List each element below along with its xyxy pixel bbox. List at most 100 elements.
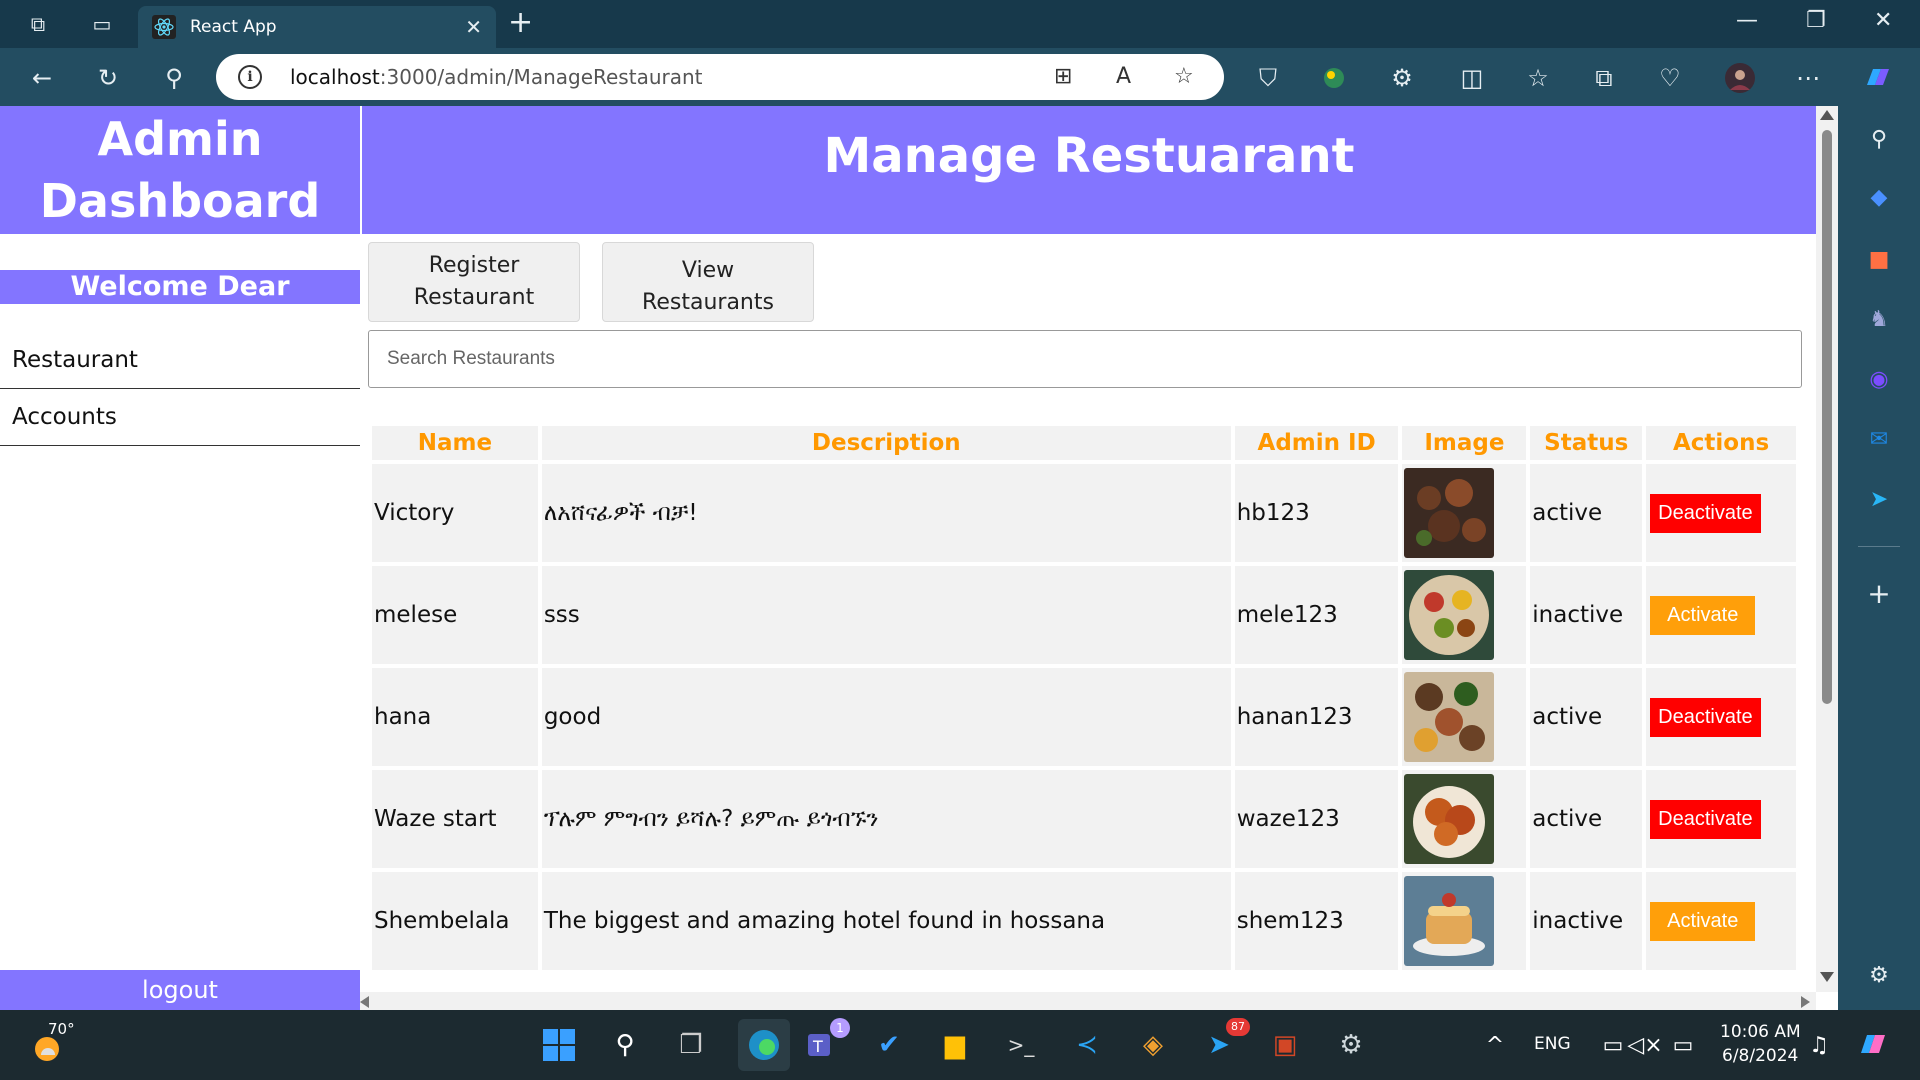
- url-host: localhost: [290, 65, 380, 89]
- cell-admin-id: hanan123: [1234, 668, 1399, 766]
- taskbar-edge-icon[interactable]: [738, 1019, 790, 1071]
- address-bar[interactable]: i localhost:3000/admin/ManageRestaurant …: [216, 54, 1224, 100]
- git-icon[interactable]: ◈: [1134, 1026, 1172, 1064]
- copilot-taskbar-icon[interactable]: [1854, 1026, 1892, 1064]
- telegram-badge: 87: [1226, 1018, 1250, 1036]
- battery-icon[interactable]: ▭: [1664, 1026, 1702, 1064]
- settings-gear-icon[interactable]: ⚙: [1864, 960, 1894, 990]
- taskbar-search-icon[interactable]: ⚲: [606, 1026, 644, 1064]
- read-aloud-icon[interactable]: A: [1116, 64, 1131, 89]
- cell-name: Waze start: [372, 770, 538, 868]
- cell-image: [1402, 566, 1527, 664]
- search-icon[interactable]: ⚲: [1864, 124, 1894, 154]
- add-icon[interactable]: +: [1864, 577, 1894, 610]
- scroll-down-icon[interactable]: [1820, 972, 1834, 982]
- clock-time[interactable]: 10:06 AM: [1720, 1022, 1801, 1042]
- games-icon[interactable]: ♞: [1864, 304, 1894, 334]
- back-icon[interactable]: ←: [26, 62, 58, 94]
- file-explorer-icon[interactable]: ▆: [936, 1026, 974, 1064]
- favorites-icon[interactable]: ☆: [1522, 62, 1554, 94]
- send-icon[interactable]: ➤: [1864, 484, 1894, 514]
- tools-briefcase-icon[interactable]: ■: [1864, 244, 1894, 274]
- tab-actions-icon[interactable]: ▭: [88, 10, 116, 38]
- weather-temp: 70°: [48, 1020, 75, 1038]
- view-restaurants-button[interactable]: View Restaurants: [602, 242, 814, 322]
- cell-description: ፕሉም ምግብን ይሻሉ? ይምጡ ይጎብኙን: [541, 770, 1231, 868]
- register-label-line1: Register: [428, 253, 520, 278]
- new-tab-icon[interactable]: +: [508, 8, 533, 38]
- outlook-icon[interactable]: ✉: [1864, 424, 1894, 454]
- start-windows-icon[interactable]: [540, 1026, 578, 1064]
- search-input[interactable]: [368, 330, 1802, 388]
- task-view-icon[interactable]: ❐: [672, 1026, 710, 1064]
- cell-image: [1402, 770, 1527, 868]
- deactivate-button[interactable]: Deactivate: [1650, 799, 1761, 839]
- todo-check-icon[interactable]: ✔: [870, 1026, 908, 1064]
- cell-status: active: [1530, 464, 1643, 562]
- sidebar-item-accounts[interactable]: Accounts: [0, 389, 360, 446]
- table-row: Waze start ፕሉም ምግብን ይሻሉ? ይምጡ ይጎብኙን waze1…: [372, 770, 1796, 868]
- logout-button[interactable]: logout: [0, 970, 360, 1010]
- cell-name: melese: [372, 566, 538, 664]
- browser-titlebar: ⧉ ▭ React App ✕ + — ❐ ✕: [0, 0, 1920, 48]
- powerpoint-icon[interactable]: ▣: [1266, 1026, 1304, 1064]
- performance-heart-icon[interactable]: ♡: [1654, 62, 1686, 94]
- browser-tab[interactable]: React App ✕: [138, 6, 496, 48]
- profile-avatar[interactable]: [1724, 62, 1756, 94]
- extensions-puzzle-icon[interactable]: ⚙: [1386, 62, 1418, 94]
- settings-app-icon[interactable]: ⚙: [1332, 1026, 1370, 1064]
- collections-icon[interactable]: ⧉: [1588, 62, 1620, 94]
- cell-actions: Deactivate: [1646, 464, 1796, 562]
- close-window-icon[interactable]: ✕: [1874, 8, 1892, 33]
- page-title: Manage Restuarant: [362, 106, 1816, 234]
- tray-chevron-up-icon[interactable]: ^: [1476, 1026, 1514, 1064]
- horizontal-scrollbar[interactable]: [360, 992, 1816, 1010]
- vscode-icon[interactable]: ≺: [1068, 1026, 1106, 1064]
- register-restaurant-button[interactable]: Register Restaurant: [368, 242, 580, 322]
- tab-title: React App: [190, 17, 277, 37]
- sidebar-title-line1: Admin: [97, 112, 263, 166]
- activate-button[interactable]: Activate: [1650, 901, 1756, 941]
- site-info-icon[interactable]: i: [238, 65, 262, 89]
- workspaces-icon[interactable]: ⧉: [24, 10, 52, 38]
- scroll-right-icon[interactable]: [1801, 996, 1810, 1008]
- volume-muted-icon[interactable]: ◁×: [1626, 1026, 1664, 1064]
- page-viewport: Admin Dashboard Welcome Dear Abenezer Re…: [0, 106, 1838, 1010]
- deactivate-button[interactable]: Deactivate: [1650, 697, 1761, 737]
- scroll-up-icon[interactable]: [1820, 110, 1834, 120]
- food-image: [1404, 570, 1495, 660]
- cell-admin-id: waze123: [1234, 770, 1399, 868]
- restore-icon[interactable]: ❐: [1806, 8, 1826, 33]
- scroll-left-icon[interactable]: [360, 996, 369, 1008]
- refresh-icon[interactable]: ↻: [92, 62, 124, 94]
- sidebar-item-restaurant[interactable]: Restaurant: [0, 332, 360, 389]
- close-tab-icon[interactable]: ✕: [465, 15, 482, 39]
- food-image: [1404, 876, 1495, 966]
- cell-admin-id: shem123: [1234, 872, 1399, 970]
- deactivate-button[interactable]: Deactivate: [1650, 493, 1761, 533]
- vertical-scrollbar[interactable]: [1816, 106, 1838, 992]
- cell-description: ለአሸናፊዎች ብቻ!: [541, 464, 1231, 562]
- extension-globe-icon[interactable]: [1318, 62, 1350, 94]
- app-available-icon[interactable]: ⊞: [1054, 64, 1072, 89]
- notification-bell-icon[interactable]: ♫: [1800, 1026, 1838, 1064]
- copilot-app-icon[interactable]: ◉: [1864, 364, 1894, 394]
- copilot-icon[interactable]: [1862, 62, 1894, 94]
- shield-icon[interactable]: ⛉: [1252, 62, 1284, 94]
- clock-date[interactable]: 6/8/2024: [1722, 1046, 1798, 1066]
- activate-button[interactable]: Activate: [1650, 595, 1756, 635]
- more-options-icon[interactable]: ⋯: [1792, 62, 1824, 94]
- split-screen-icon[interactable]: ◫: [1456, 62, 1488, 94]
- shopping-tag-icon[interactable]: ◆: [1864, 182, 1894, 212]
- favorite-star-icon[interactable]: ☆: [1174, 64, 1194, 89]
- sidebar-title-line2: Dashboard: [39, 174, 321, 228]
- cell-image: [1402, 668, 1527, 766]
- cell-actions: Activate: [1646, 566, 1796, 664]
- col-header-image: Image: [1402, 426, 1527, 460]
- search-icon[interactable]: ⚲: [158, 62, 190, 94]
- language-indicator[interactable]: ENG: [1534, 1034, 1571, 1054]
- scrollbar-thumb[interactable]: [1822, 130, 1832, 704]
- terminal-icon[interactable]: >_: [1002, 1026, 1040, 1064]
- minimize-icon[interactable]: —: [1736, 8, 1758, 33]
- table-row: hana good hanan123 active Deactivate: [372, 668, 1796, 766]
